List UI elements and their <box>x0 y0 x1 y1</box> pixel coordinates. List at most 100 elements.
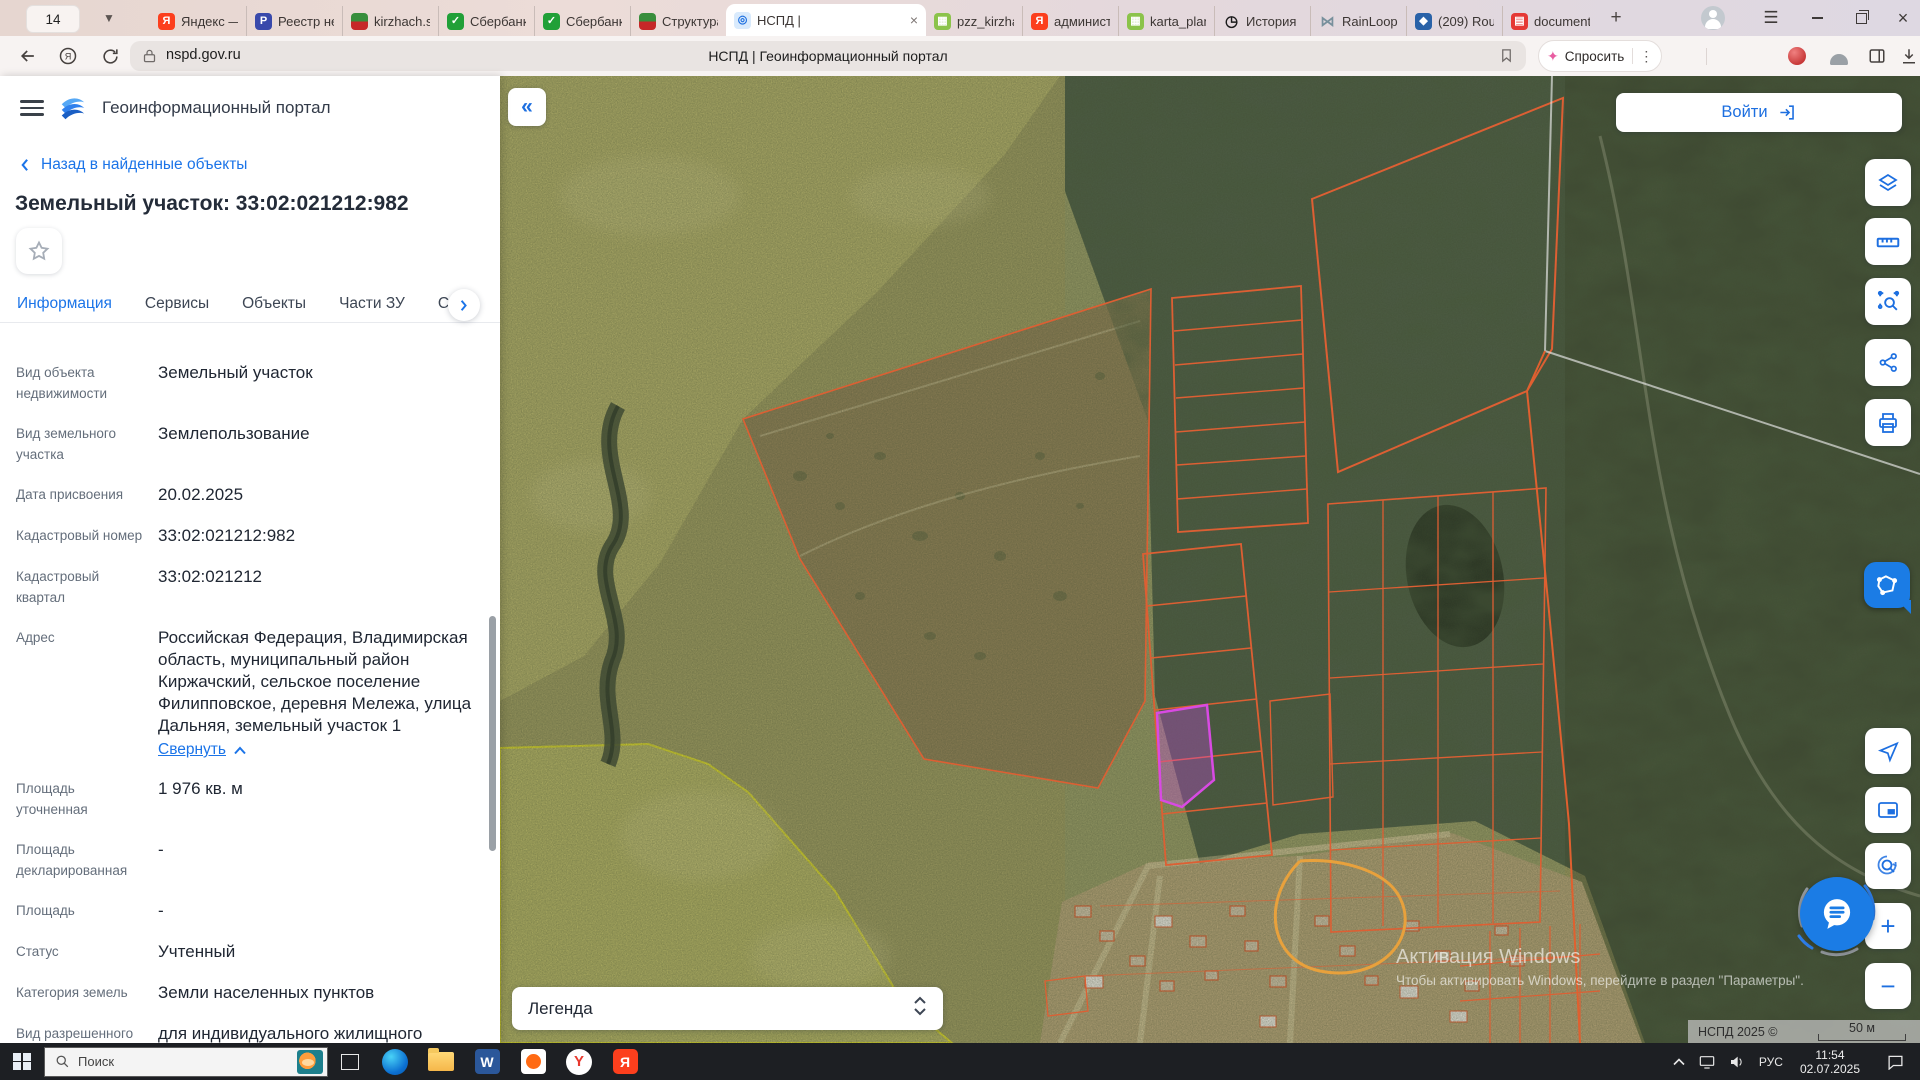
browser-toolbar: Я nspd.gov.ru НСПД | Геоинформационный п… <box>0 36 1920 77</box>
language-indicator[interactable]: РУС <box>1752 1043 1790 1080</box>
layers-button[interactable] <box>1865 159 1911 206</box>
volume-tray-icon[interactable] <box>1722 1043 1752 1080</box>
taskbar-app-edge[interactable] <box>372 1043 418 1080</box>
login-button[interactable]: Войти <box>1616 93 1902 132</box>
reload-button[interactable] <box>92 36 128 76</box>
field-value: 33:02:021212:982 <box>158 525 474 547</box>
browser-tab-10[interactable]: ◷История <box>1214 6 1310 36</box>
browser-tab-13[interactable]: ▤document <box>1502 6 1598 36</box>
browser-tab-1[interactable]: РРеестр нед <box>246 6 342 36</box>
print-button[interactable] <box>1865 399 1911 446</box>
legend-label: Легенда <box>528 999 593 1019</box>
collapse-address-link[interactable]: Свернуть <box>158 741 246 759</box>
taskbar-clock[interactable]: 11:54 02.07.2025 <box>1790 1048 1870 1076</box>
ask-more-icon[interactable]: ⋮ <box>1639 48 1653 65</box>
chat-button[interactable] <box>1800 877 1874 951</box>
notification-center-button[interactable] <box>1870 1043 1920 1080</box>
area-select-button[interactable] <box>1865 278 1911 325</box>
field-label: Площадь уточненная <box>16 778 158 820</box>
taskbar-app-yandex-browser[interactable]: Y <box>556 1043 602 1080</box>
window-restore-button[interactable] <box>1846 0 1876 36</box>
browser-tab-6[interactable]: ◎НСПД |× <box>726 4 926 36</box>
browser-tab-11[interactable]: ⋈RainLoop W <box>1310 6 1406 36</box>
search-highlight-image[interactable] <box>297 1050 323 1074</box>
panel-collapse-button[interactable]: « <box>508 88 546 126</box>
back-button[interactable] <box>10 36 46 76</box>
address-bar[interactable]: nspd.gov.ru НСПД | Геоинформационный пор… <box>130 41 1526 71</box>
region-callout-button[interactable] <box>1864 562 1910 608</box>
map-viewport[interactable]: « Войти <box>500 76 1920 1043</box>
portal-title: Геоинформационный портал <box>102 98 331 118</box>
field-value: - <box>158 839 474 861</box>
word-icon: W <box>475 1049 500 1074</box>
chevron-up-icon <box>1673 1058 1685 1066</box>
browser-tab-8[interactable]: Яадминистр <box>1022 6 1118 36</box>
browser-tab-3[interactable]: ✓Сбербанк- <box>438 6 534 36</box>
windows-taskbar: Поиск W Y Я РУС 11:54 02.07.2025 <box>0 1043 1920 1080</box>
browser-tab-5[interactable]: Структура <box>630 6 726 36</box>
info-row-4: Кадастровый квартал33:02:021212 <box>16 566 474 608</box>
minimap-icon <box>1876 798 1900 822</box>
task-view-button[interactable] <box>328 1043 372 1080</box>
tab-list-chevron-icon[interactable]: ▼ <box>96 5 122 31</box>
taskbar-app-word[interactable]: W <box>464 1043 510 1080</box>
tab-label: Реестр нед <box>278 14 334 29</box>
taskbar-app-explorer[interactable] <box>418 1043 464 1080</box>
browser-tab-12[interactable]: ◆ (209) Roun <box>1406 6 1502 36</box>
tab-counter[interactable]: 14 <box>26 5 80 33</box>
field-label: Статус <box>16 941 158 963</box>
browser-profile-avatar[interactable] <box>1700 0 1726 36</box>
tab-label: (209) Roun <box>1438 14 1494 29</box>
browser-tab-7[interactable]: ▦pzz_kirzhac <box>926 6 1022 36</box>
window-minimize-button[interactable] <box>1802 0 1832 36</box>
legend-bar[interactable]: Легенда <box>512 987 943 1030</box>
info-row-8: Площадь- <box>16 900 474 922</box>
share-button[interactable] <box>1865 339 1911 386</box>
network-tray-icon[interactable] <box>1692 1043 1722 1080</box>
profile-icon[interactable] <box>1822 36 1856 76</box>
zoom-out-button[interactable]: − <box>1865 963 1911 1009</box>
new-tab-button[interactable]: + <box>1602 5 1630 31</box>
tab-favicon: ⋈ <box>1319 13 1336 30</box>
tab-label: pzz_kirzhac <box>957 14 1014 29</box>
tab-parcel-parts[interactable]: Части ЗУ <box>339 295 405 322</box>
ruler-button[interactable] <box>1865 218 1911 265</box>
extension-icon[interactable] <box>1780 36 1814 76</box>
panel-scrollbar[interactable] <box>489 616 496 851</box>
tray-expand-button[interactable] <box>1666 1043 1692 1080</box>
tab-favicon: ▤ <box>1511 13 1528 30</box>
tabs-scroll-right-button[interactable] <box>448 289 480 321</box>
taskbar-app-orange[interactable] <box>510 1043 556 1080</box>
favorite-star-button[interactable] <box>16 228 62 274</box>
browser-tab-2[interactable]: kirzhach.su <box>342 6 438 36</box>
window-close-button[interactable]: × <box>1888 0 1918 36</box>
windows-logo-icon <box>13 1053 31 1071</box>
minimap-button[interactable] <box>1865 787 1911 833</box>
browser-menu-button[interactable]: ☰ <box>1756 0 1786 36</box>
legend-expand-icon[interactable] <box>913 996 927 1021</box>
tab-objects[interactable]: Объекты <box>242 295 306 322</box>
tab-services[interactable]: Сервисы <box>145 295 209 322</box>
taskbar-search[interactable]: Поиск <box>44 1047 328 1077</box>
back-to-results-link[interactable]: Назад в найденные объекты <box>20 156 247 174</box>
info-row-10: Категория земельЗемли населенных пунктов <box>16 982 474 1004</box>
info-row-7: Площадь декларированная- <box>16 839 474 881</box>
side-panels-icon[interactable] <box>1860 36 1894 76</box>
menu-hamburger-icon[interactable] <box>20 100 44 116</box>
browser-tab-4[interactable]: ✓Сбербанк- <box>534 6 630 36</box>
map-attribution: НСПД 2025 © <box>1688 1025 1777 1039</box>
start-button[interactable] <box>0 1043 44 1080</box>
browser-tab-0[interactable]: ЯЯндекс — <box>150 6 246 36</box>
tab-information[interactable]: Информация <box>17 295 112 322</box>
ask-alice-button[interactable]: ✦ Спросить ⋮ <box>1538 40 1662 72</box>
yandex-services-icon[interactable]: Я <box>50 36 86 76</box>
downloads-icon[interactable] <box>1894 36 1920 76</box>
browser-tab-9[interactable]: ▦karta_plani <box>1118 6 1214 36</box>
taskbar-app-yandex[interactable]: Я <box>602 1043 648 1080</box>
locate-me-button[interactable] <box>1865 728 1911 774</box>
info-row-11: Вид разрешенного использованиядля индиви… <box>16 1023 474 1043</box>
bookmark-icon[interactable] <box>1499 47 1514 69</box>
tab-close-icon[interactable]: × <box>910 12 918 28</box>
tab-favicon: ◆ <box>1415 13 1432 30</box>
field-value: Землепользование <box>158 423 474 445</box>
